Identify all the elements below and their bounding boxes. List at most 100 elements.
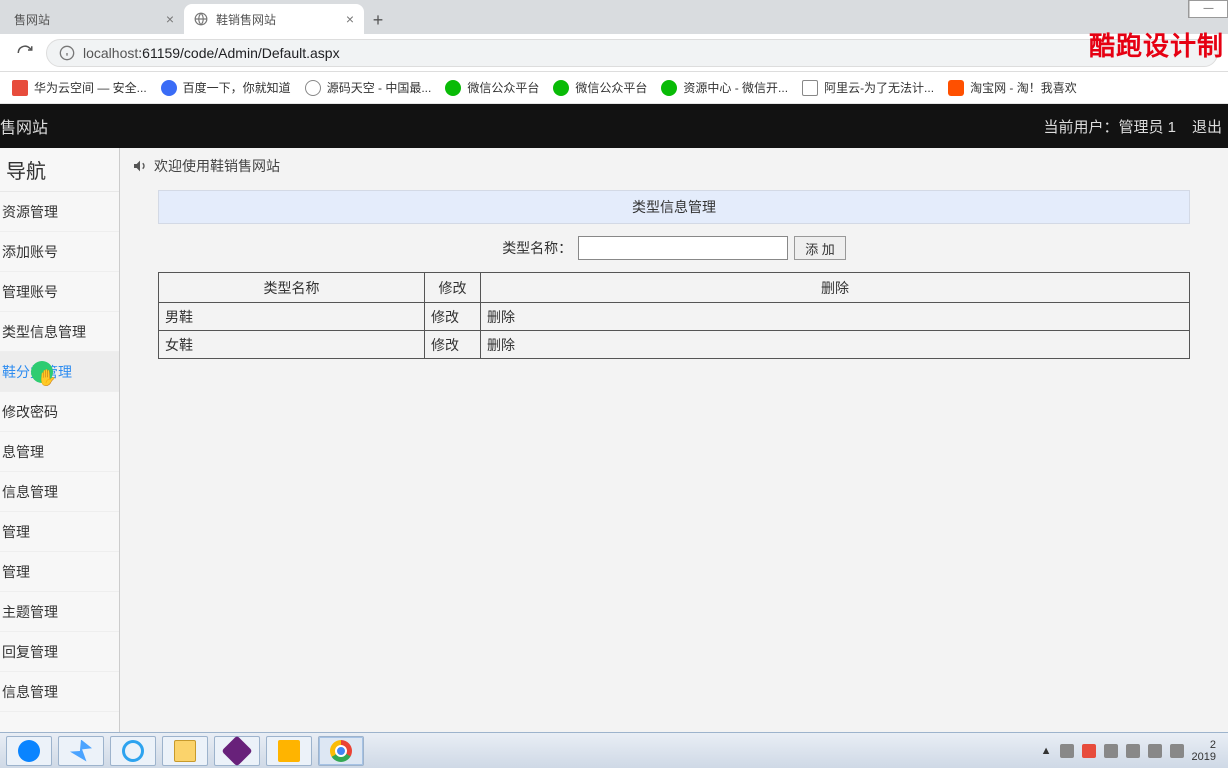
volume-icon: [132, 158, 148, 174]
sidebar-item-10[interactable]: 主题管理: [0, 592, 119, 632]
favicon-icon: [802, 80, 818, 96]
bookmarks-bar: 华为云空间 — 安全... 百度一下，你就知道 源码天空 - 中国最... 微信…: [0, 72, 1228, 104]
bookmark-label: 华为云空间 — 安全...: [34, 79, 147, 96]
clock[interactable]: 2 2019: [1192, 739, 1216, 763]
sidebar-item-label: 添加账号: [2, 242, 58, 262]
edit-link[interactable]: 修改: [425, 303, 481, 331]
sidebar-item-3[interactable]: 类型信息管理: [0, 312, 119, 352]
type-name-input[interactable]: [578, 236, 788, 260]
sidebar-item-9[interactable]: 管理: [0, 552, 119, 592]
search-label: 类型名称：: [502, 238, 572, 258]
reload-button[interactable]: [10, 38, 40, 68]
tray-icon[interactable]: [1060, 744, 1074, 758]
window-controls[interactable]: —: [1188, 0, 1228, 18]
site-name: 售网站: [0, 114, 48, 138]
paint-icon: [278, 740, 300, 762]
favicon-icon: [948, 80, 964, 96]
cell-name: 女鞋: [159, 331, 425, 359]
sidebar-item-6[interactable]: 息管理: [0, 432, 119, 472]
vs-icon: [221, 735, 252, 766]
table-row: 女鞋 修改 删除: [159, 331, 1190, 359]
tray-icon[interactable]: [1082, 744, 1096, 758]
delete-link[interactable]: 删除: [481, 303, 1190, 331]
close-icon[interactable]: ×: [166, 11, 174, 27]
taskbar-app-vs[interactable]: [214, 736, 260, 766]
bookmark-0[interactable]: 华为云空间 — 安全...: [12, 79, 147, 96]
chrome-icon: [330, 740, 352, 762]
close-icon[interactable]: ×: [346, 11, 354, 27]
add-button[interactable]: 添 加: [794, 236, 846, 260]
sidebar-item-8[interactable]: 管理: [0, 512, 119, 552]
new-tab-button[interactable]: +: [364, 6, 392, 34]
bookmark-label: 百度一下，你就知道: [183, 79, 291, 96]
bookmark-label: 阿里云-为了无法计...: [824, 79, 934, 96]
bookmark-3[interactable]: 微信公众平台: [445, 79, 539, 96]
sidebar-item-label: 修改密码: [2, 402, 58, 422]
kugou-icon: [18, 740, 40, 762]
bookmark-4[interactable]: 微信公众平台: [553, 79, 647, 96]
app-header: 售网站 当前用户：管理员 1 退出: [0, 104, 1228, 148]
tray-icon[interactable]: [1148, 744, 1162, 758]
taskbar-app-paint[interactable]: [266, 736, 312, 766]
sidebar-item-0[interactable]: 资源管理: [0, 192, 119, 232]
taskbar-app-thunder[interactable]: [58, 736, 104, 766]
bookmark-6[interactable]: 阿里云-为了无法计...: [802, 79, 934, 96]
panel: 类型信息管理 类型名称： 添 加 类型名称 修改 删除 男鞋 修改: [158, 190, 1190, 359]
sidebar-item-label: 信息管理: [2, 682, 58, 702]
taskbar-app-chrome[interactable]: [318, 736, 364, 766]
thunder-icon: [70, 740, 92, 762]
taskbar-app-ie[interactable]: [110, 736, 156, 766]
sidebar-item-label: 管理: [2, 562, 30, 582]
tray-up-icon[interactable]: ▲: [1041, 745, 1052, 757]
bookmark-label: 资源中心 - 微信开...: [683, 79, 788, 96]
taskbar: ▲ 2 2019: [0, 732, 1228, 768]
tray-icon[interactable]: [1170, 744, 1184, 758]
sidebar-title: 导航: [0, 148, 119, 192]
delete-link[interactable]: 删除: [481, 331, 1190, 359]
url-host: localhost: [83, 45, 138, 61]
tray-icon[interactable]: [1126, 744, 1140, 758]
sidebar-item-5[interactable]: 修改密码: [0, 392, 119, 432]
sidebar-item-1[interactable]: 添加账号: [0, 232, 119, 272]
sidebar-item-12[interactable]: 信息管理: [0, 672, 119, 712]
favicon-icon: [445, 80, 461, 96]
sidebar-item-label: 信息管理: [2, 482, 58, 502]
sidebar-item-label: 类型信息管理: [2, 322, 86, 342]
add-row: 类型名称： 添 加: [158, 228, 1190, 268]
bookmark-label: 微信公众平台: [575, 79, 647, 96]
taskbar-app-kugou[interactable]: [6, 736, 52, 766]
site-info-icon[interactable]: [59, 45, 75, 61]
sidebar-item-11[interactable]: 回复管理: [0, 632, 119, 672]
bookmark-2[interactable]: 源码天空 - 中国最...: [305, 79, 432, 96]
logout-link[interactable]: 退出: [1192, 116, 1222, 137]
bookmark-label: 淘宝网 - 淘！我喜欢: [970, 79, 1077, 96]
content-area: 欢迎使用鞋销售网站 类型信息管理 类型名称： 添 加 类型名称 修改 删除: [120, 148, 1228, 732]
welcome-text: 欢迎使用鞋销售网站: [154, 156, 280, 176]
tray-icon[interactable]: [1104, 744, 1118, 758]
click-dot-icon: [31, 361, 53, 383]
reload-icon: [16, 44, 34, 62]
favicon-icon: [661, 80, 677, 96]
clock-date: 2019: [1192, 751, 1216, 763]
bookmark-5[interactable]: 资源中心 - 微信开...: [661, 79, 788, 96]
sidebar-item-4[interactable]: 鞋分类管理 ✋: [0, 352, 119, 392]
bookmark-1[interactable]: 百度一下，你就知道: [161, 79, 291, 96]
system-tray[interactable]: ▲ 2 2019: [1041, 739, 1222, 763]
favicon-icon: [305, 80, 321, 96]
browser-tab-1[interactable]: 鞋销售网站 ×: [184, 4, 364, 34]
sidebar-item-7[interactable]: 信息管理: [0, 472, 119, 512]
taskbar-app-explorer[interactable]: [162, 736, 208, 766]
url-field[interactable]: localhost:61159/code/Admin/Default.aspx: [46, 39, 1218, 67]
bookmark-label: 源码天空 - 中国最...: [327, 79, 432, 96]
table-row: 男鞋 修改 删除: [159, 303, 1190, 331]
sidebar-item-2[interactable]: 管理账号: [0, 272, 119, 312]
minimize-button[interactable]: —: [1189, 1, 1227, 17]
favicon-icon: [12, 80, 28, 96]
browser-tab-0[interactable]: 售网站 ×: [4, 4, 184, 34]
sidebar-item-label: 资源管理: [2, 202, 58, 222]
col-name-header: 类型名称: [159, 273, 425, 303]
sidebar-item-label: 息管理: [2, 442, 44, 462]
edit-link[interactable]: 修改: [425, 331, 481, 359]
bookmark-7[interactable]: 淘宝网 - 淘！我喜欢: [948, 79, 1077, 96]
col-delete-header: 删除: [481, 273, 1190, 303]
